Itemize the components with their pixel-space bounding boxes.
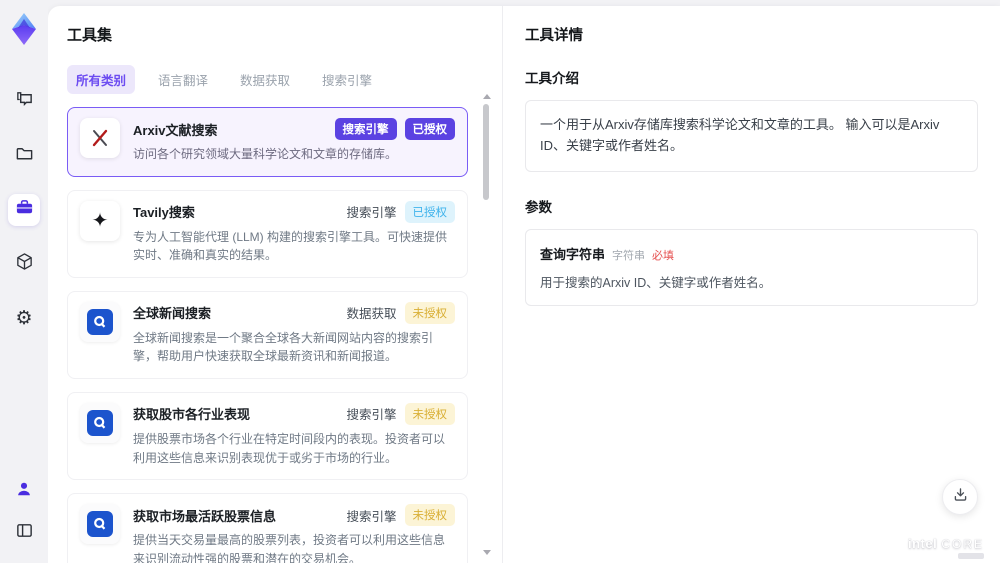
param-type: 字符串 — [612, 249, 646, 262]
nav-files-button[interactable] — [8, 140, 40, 172]
tool-name: 全球新闻搜索 — [133, 306, 212, 322]
tool-card-active-stocks[interactable]: 获取市场最活跃股票信息 搜索引擎 未授权 提供当天交易量最高的股票列表，投资者可… — [67, 493, 468, 563]
gear-icon: ⚙ — [15, 307, 33, 329]
category-label: 数据获取 — [346, 307, 397, 322]
left-rail: ⚙ — [0, 0, 48, 563]
tavily-icon: ✦ — [80, 200, 120, 241]
auth-status-badge: 已授权 — [404, 200, 455, 223]
param-required-badge: 必填 — [652, 249, 675, 262]
intel-core-logo: intel CORE — [907, 536, 984, 551]
tool-card-global-news[interactable]: 全球新闻搜索 数据获取 未授权 全球新闻搜索是一个聚合全球各大新闻网站内容的搜索… — [67, 290, 468, 379]
tab-language-translation[interactable]: 语言翻译 — [149, 65, 217, 94]
intro-box: 一个用于从Arxiv存储库搜索科学论文和文章的工具。 输入可以是Arxiv ID… — [525, 100, 978, 172]
auth-status-badge: 未授权 — [404, 402, 455, 425]
tool-description: 提供股票市场各个行业在特定时间段内的表现。投资者可以利用这些信息来识别表现优于或… — [133, 431, 446, 465]
panel-toggle-icon — [15, 521, 34, 545]
briefcase-icon — [15, 198, 34, 222]
intro-heading: 工具介绍 — [525, 71, 579, 86]
tool-detail-panel: 工具详情 工具介绍 一个用于从Arxiv存储库搜索科学论文和文章的工具。 输入可… — [503, 6, 1000, 563]
main-surface: 工具集 所有类别 语言翻译 数据获取 搜索引擎 Arxiv文献搜索 搜索引擎 已… — [48, 6, 1000, 563]
chat-icon — [15, 90, 34, 114]
tab-all-categories[interactable]: 所有类别 — [67, 65, 136, 94]
nav-tools-button[interactable] — [8, 194, 40, 226]
scrollbar-thumb[interactable] — [483, 104, 489, 200]
collapse-sidebar-button[interactable] — [8, 517, 40, 549]
nav-plugins-button[interactable] — [8, 248, 40, 280]
params-heading: 参数 — [525, 199, 552, 215]
category-label: 搜索引擎 — [346, 509, 397, 524]
tool-card-arxiv[interactable]: Arxiv文献搜索 搜索引擎 已授权 访问各个研究领域大量科学论文和文章的存储库… — [67, 107, 468, 177]
folder-icon — [15, 144, 34, 168]
intro-text: 一个用于从Arxiv存储库搜索科学论文和文章的工具。 输入可以是Arxiv ID… — [540, 117, 940, 153]
download-icon — [952, 486, 969, 508]
tool-name: Arxiv文献搜索 — [133, 122, 218, 138]
tool-card-tavily[interactable]: ✦ Tavily搜索 搜索引擎 已授权 专为人工智能代理 (LLM) 构建的搜索… — [67, 189, 468, 278]
category-label: 搜索引擎 — [346, 206, 397, 221]
stock-search-icon — [80, 402, 120, 443]
tool-description: 访问各个研究领域大量科学论文和文章的存储库。 — [133, 147, 398, 161]
param-name: 查询字符串 — [540, 246, 606, 262]
news-search-icon — [80, 301, 120, 342]
scroll-up-arrow[interactable] — [483, 94, 491, 99]
tool-name: 获取股市各行业表现 — [133, 407, 251, 423]
category-tabs: 所有类别 语言翻译 数据获取 搜索引擎 — [67, 65, 478, 94]
scroll-down-arrow[interactable] — [483, 550, 491, 555]
tool-card-list: Arxiv文献搜索 搜索引擎 已授权 访问各个研究领域大量科学论文和文章的存储库… — [67, 107, 478, 563]
tool-name: Tavily搜索 — [133, 205, 195, 221]
page-title: 工具集 — [67, 27, 113, 44]
tool-name: 获取市场最活跃股票信息 — [133, 508, 277, 524]
tool-description: 提供当天交易量最高的股票列表，投资者可以利用这些信息来识别流动性强的股票和潜在的… — [133, 533, 446, 563]
intel-logo-subtext — [958, 553, 984, 559]
tab-data-fetch[interactable]: 数据获取 — [231, 65, 299, 94]
tool-description: 全球新闻搜索是一个聚合全球各大新闻网站内容的搜索引擎，帮助用户快速获取全球最新资… — [133, 330, 434, 364]
user-avatar-button[interactable] — [8, 475, 40, 507]
param-description: 用于搜索的Arxiv ID、关键字或作者姓名。 — [540, 275, 772, 290]
cube-icon — [15, 252, 34, 276]
auth-status-badge: 已授权 — [404, 118, 455, 140]
tool-list-panel: 工具集 所有类别 语言翻译 数据获取 搜索引擎 Arxiv文献搜索 搜索引擎 已… — [48, 6, 503, 563]
avatar — [15, 480, 33, 503]
nav-chat-button[interactable] — [8, 86, 40, 118]
tool-description: 专为人工智能代理 (LLM) 构建的搜索引擎工具。可快速提供实时、准确和真实的结… — [133, 229, 448, 263]
tab-search-engine[interactable]: 搜索引擎 — [313, 65, 381, 94]
param-box: 查询字符串 字符串 必填 用于搜索的Arxiv ID、关键字或作者姓名。 — [525, 228, 978, 306]
list-scrollbar[interactable] — [482, 94, 491, 555]
tool-card-stock-sectors[interactable]: 获取股市各行业表现 搜索引擎 未授权 提供股票市场各个行业在特定时间段内的表现。… — [67, 391, 468, 481]
arxiv-icon — [80, 118, 120, 158]
stock-search-icon — [80, 504, 120, 545]
nav-settings-button[interactable]: ⚙ — [8, 302, 40, 334]
category-badge: 搜索引擎 — [334, 118, 397, 140]
auth-status-badge: 未授权 — [404, 504, 455, 527]
app-logo — [9, 12, 39, 46]
detail-title: 工具详情 — [525, 28, 583, 44]
download-button[interactable] — [942, 479, 978, 515]
auth-status-badge: 未授权 — [404, 301, 455, 324]
category-label: 搜索引擎 — [346, 408, 397, 423]
